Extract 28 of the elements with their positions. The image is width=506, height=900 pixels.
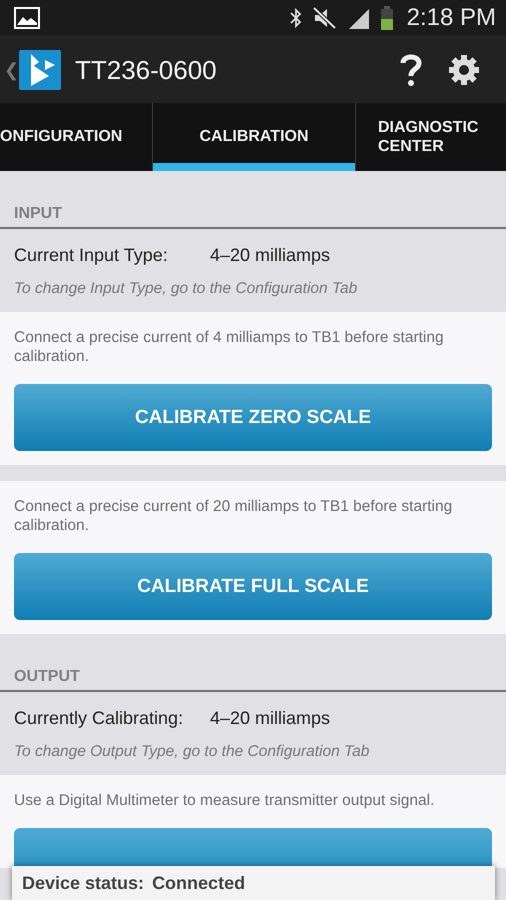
- info-value: 4–20 milliamps: [210, 245, 330, 266]
- mute-icon: [312, 7, 337, 29]
- status-value: Connected: [152, 872, 246, 894]
- instruction-text: Connect a precise current of 4 milliamps to TB1 before starting calibration.: [14, 328, 445, 366]
- status-time: 2:18 PM: [406, 4, 496, 32]
- hint-text: To change Input Type, go to the Configuration Tab: [14, 280, 358, 298]
- info-value: 4–20 milliamps: [210, 708, 330, 729]
- tab[interactable]: CALIBRATION: [152, 103, 355, 171]
- settings-button[interactable]: [448, 54, 480, 86]
- bluetooth-icon: [288, 7, 303, 29]
- tab[interactable]: ONFIGURATION: [0, 103, 152, 171]
- section-header: INPUT: [0, 171, 506, 229]
- tab[interactable]: DIAGNOSTIC CENTER: [355, 103, 506, 171]
- hint-text: To change Output Type, go to the Configuration Tab: [14, 743, 370, 761]
- calibrate-button[interactable]: [14, 828, 492, 868]
- instruction-text: Use a Digital Multimeter to measure transmitter output signal.: [14, 791, 436, 810]
- signal-icon: [346, 7, 371, 29]
- image-icon: [14, 7, 40, 29]
- back-caret[interactable]: ❮: [4, 59, 19, 81]
- section-header: OUTPUT: [0, 634, 506, 692]
- status-label: Device status:: [22, 872, 144, 894]
- info-label: Current Input Type:: [14, 245, 169, 266]
- help-button[interactable]: [400, 53, 422, 87]
- info-label: Currently Calibrating:: [14, 708, 184, 729]
- app-logo-icon: [19, 50, 61, 90]
- instruction-text: Connect a precise current of 20 milliamps to TB1 before starting calibration.: [14, 497, 454, 535]
- battery-icon: [380, 6, 393, 30]
- device-title: TT236-0600: [75, 54, 218, 86]
